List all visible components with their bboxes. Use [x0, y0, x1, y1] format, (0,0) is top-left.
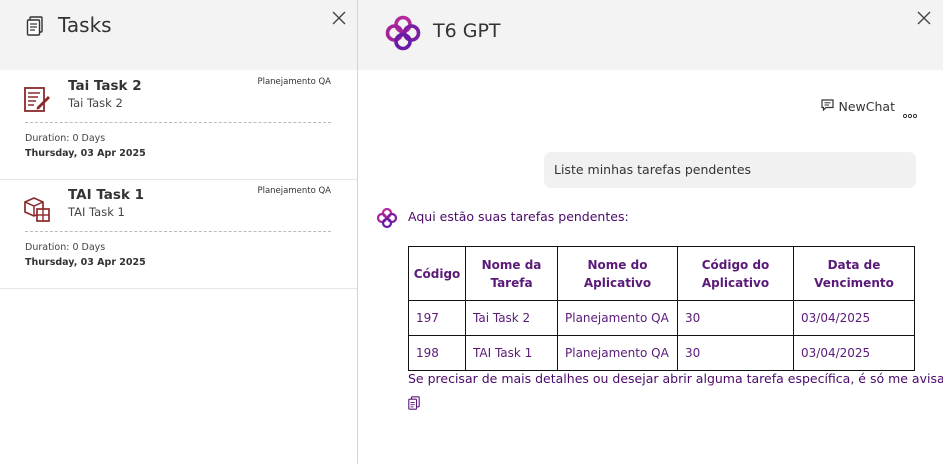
task-duration: Duration: 0 Days — [25, 133, 106, 144]
boxes-icon — [23, 194, 51, 222]
table-header-row: Código Nome da Tarefa Nome do Aplicativo… — [408, 246, 915, 301]
tasks-title: Tasks — [58, 13, 112, 37]
tasks-panel: Tasks Tai Task 2 Tai Task 2 Planejamento… — [0, 0, 357, 464]
bot-footer-text: Se precisar de mais detalhes ou desejar … — [408, 371, 943, 386]
new-chat-button[interactable]: NewChat — [820, 99, 895, 114]
task-app-name: Planejamento QA — [257, 186, 331, 196]
task-title: Tai Task 2 — [68, 78, 142, 94]
table-row: 198 TAI Task 1 Planejamento QA 30 03/04/… — [408, 335, 915, 371]
tasks-table: Código Nome da Tarefa Nome do Aplicativo… — [408, 246, 915, 371]
more-options-icon[interactable] — [902, 104, 918, 119]
table-cell: 03/04/2025 — [793, 300, 915, 336]
close-chat-icon[interactable] — [917, 11, 931, 25]
table-row: 197 Tai Task 2 Planejamento QA 30 03/04/… — [408, 300, 915, 336]
clipboard-icon — [26, 16, 44, 36]
col-header-nome-aplicativo: Nome do Aplicativo — [557, 246, 678, 301]
chat-bubble-icon — [820, 99, 834, 114]
chat-header: T6 GPT — [358, 0, 943, 70]
task-subtitle: TAI Task 1 — [68, 205, 125, 219]
task-date: Thursday, 03 Apr 2025 — [25, 148, 146, 159]
col-header-codigo: Código — [408, 246, 466, 301]
table-cell: 198 — [408, 335, 466, 371]
task-app-name: Planejamento QA — [257, 77, 331, 87]
col-header-data-vencimento: Data de Vencimento — [793, 246, 915, 301]
table-cell: Planejamento QA — [557, 300, 678, 336]
task-card[interactable]: TAI Task 1 TAI Task 1 Planejamento QA Du… — [0, 180, 357, 289]
table-cell: 30 — [677, 300, 794, 336]
tasks-header: Tasks — [0, 0, 357, 70]
bot-avatar-icon — [376, 207, 398, 229]
task-divider — [25, 231, 331, 232]
t6-gpt-logo-icon — [384, 14, 422, 52]
task-title: TAI Task 1 — [68, 187, 145, 203]
table-cell: Tai Task 2 — [465, 300, 558, 336]
user-message: Liste minhas tarefas pendentes — [544, 152, 916, 188]
table-cell: TAI Task 1 — [465, 335, 558, 371]
copy-icon[interactable] — [408, 395, 420, 410]
table-cell: Planejamento QA — [557, 335, 678, 371]
table-cell: 197 — [408, 300, 466, 336]
task-duration: Duration: 0 Days — [25, 242, 106, 253]
task-subtitle: Tai Task 2 — [68, 96, 123, 110]
bot-intro-text: Aqui estão suas tarefas pendentes: — [408, 209, 629, 224]
table-cell: 30 — [677, 335, 794, 371]
col-header-nome-tarefa: Nome da Tarefa — [465, 246, 558, 301]
chat-panel: T6 GPT NewChat Liste minhas tarefas pend… — [358, 0, 943, 464]
col-header-codigo-aplicativo: Código do Aplicativo — [677, 246, 794, 301]
form-edit-icon — [23, 85, 51, 113]
table-cell: 03/04/2025 — [793, 335, 915, 371]
new-chat-label: NewChat — [838, 99, 895, 114]
close-tasks-icon[interactable] — [332, 11, 346, 25]
task-date: Thursday, 03 Apr 2025 — [25, 257, 146, 268]
task-card[interactable]: Tai Task 2 Tai Task 2 Planejamento QA Du… — [0, 71, 357, 180]
chat-title: T6 GPT — [433, 20, 501, 42]
task-divider — [25, 122, 331, 123]
